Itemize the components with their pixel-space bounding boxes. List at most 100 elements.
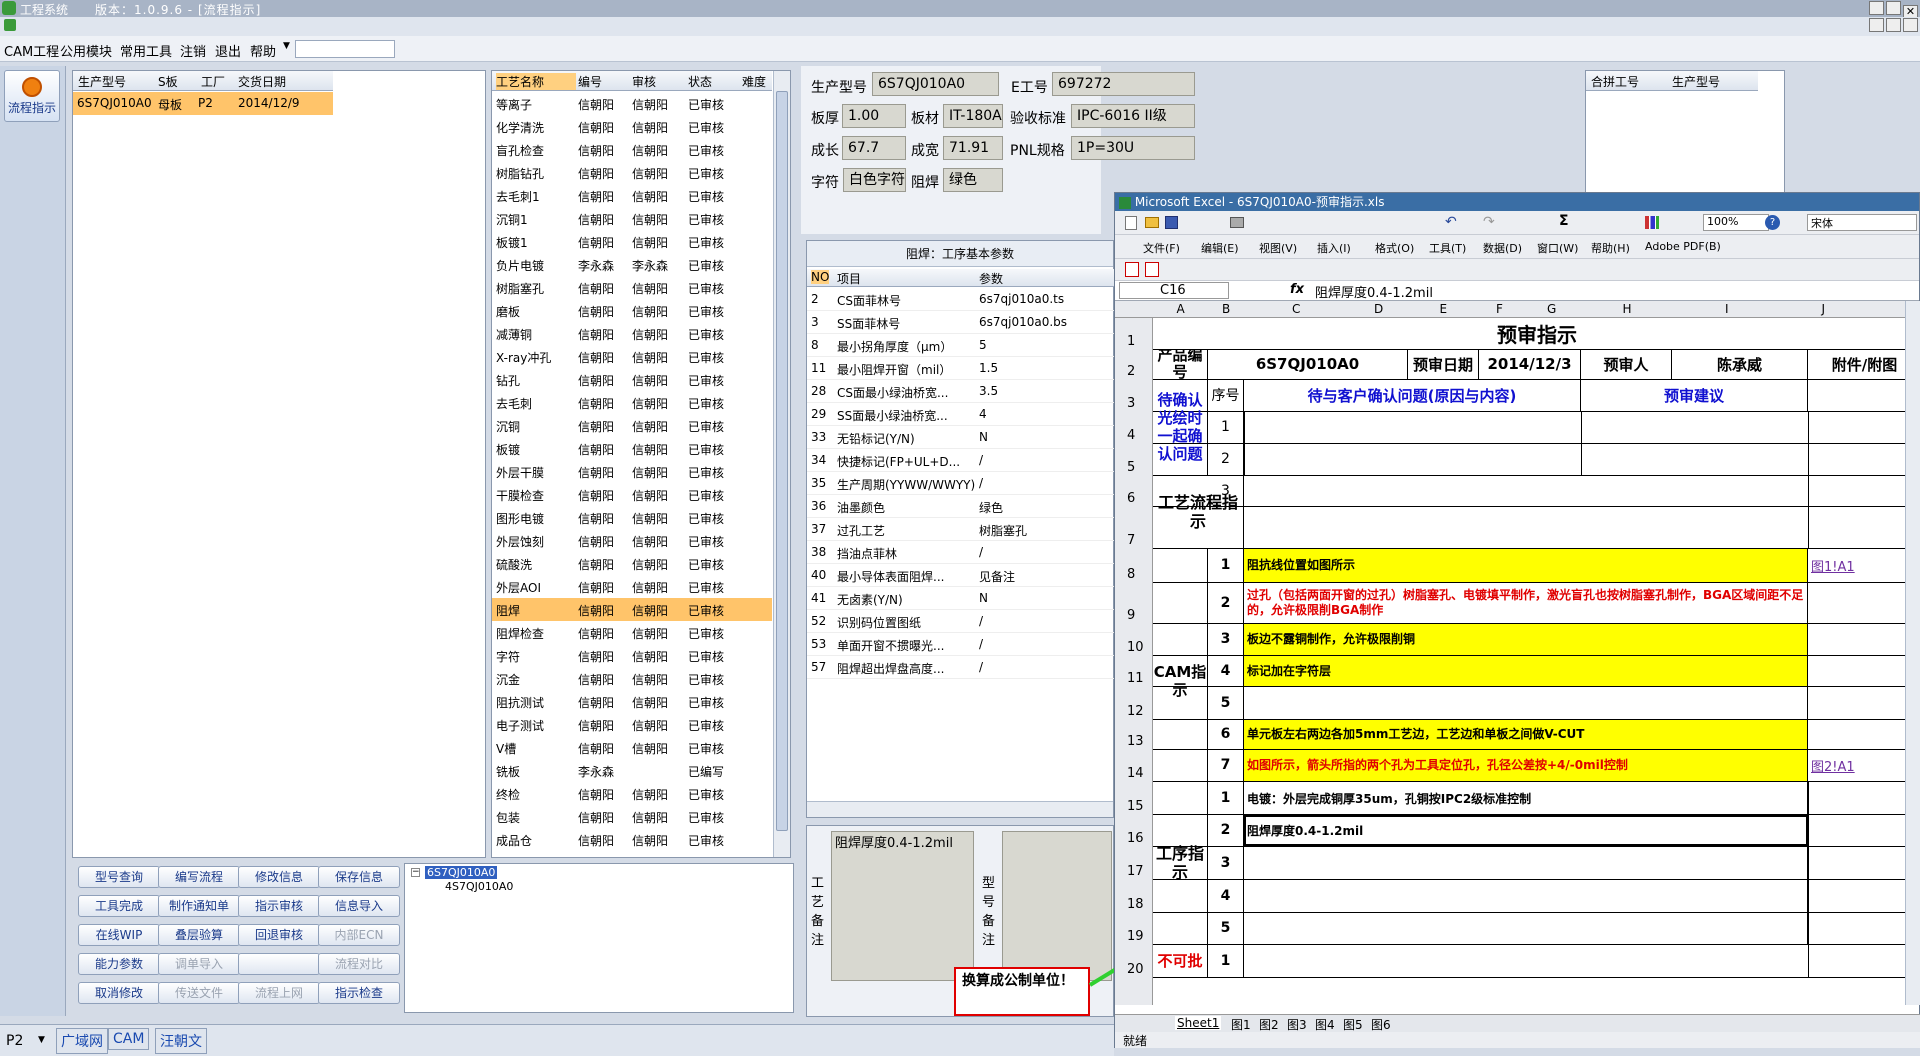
process-row[interactable]: 沉铜1 信朝阳 信朝阳 已审核 xyxy=(492,207,772,230)
process-seq[interactable]: 1 xyxy=(1208,781,1244,814)
param-row[interactable]: 33 无铅标记(Y/N) N xyxy=(807,426,1115,449)
param-hscroll[interactable] xyxy=(807,801,1113,817)
confirm-label[interactable]: 待确认光绘时一起确认问题 xyxy=(1153,379,1208,475)
menu-logout[interactable]: 注销 xyxy=(180,41,206,60)
tree-expand-icon[interactable]: − xyxy=(411,868,420,877)
row-header[interactable]: 12 xyxy=(1127,704,1144,719)
cam-seq[interactable]: 7 xyxy=(1208,749,1244,781)
sheet-tab[interactable]: 图2 xyxy=(1257,1016,1281,1033)
formula-input[interactable]: 阻焊厚度0.4-1.2mil xyxy=(1315,282,1433,301)
process-scrollbar[interactable] xyxy=(773,71,790,857)
param-row[interactable]: 34 快捷标记(FP+UL+D... / xyxy=(807,449,1115,472)
process-row[interactable]: 磨板 信朝阳 信朝阳 已审核 xyxy=(492,299,772,322)
action-button-3-0[interactable]: 能力参数 xyxy=(78,953,160,975)
menu-exit[interactable]: 退出 xyxy=(215,41,241,60)
cam-seq[interactable]: 3 xyxy=(1208,623,1244,655)
tree-child[interactable]: 4S7QJ010A0 xyxy=(445,880,513,893)
open-icon[interactable] xyxy=(1145,217,1159,228)
review-date-label[interactable]: 预审日期 xyxy=(1408,349,1479,379)
cam-instruction[interactable]: 过孔（包括两面开窗的过孔）树脂塞孔、电镀填平制作，激光盲孔也按树脂塞孔制作，BG… xyxy=(1244,583,1808,623)
seq-label[interactable]: 序号 xyxy=(1208,379,1244,411)
column-header[interactable]: A xyxy=(1177,302,1185,316)
sheet-tab[interactable]: 图4 xyxy=(1313,1016,1337,1033)
row-header[interactable]: 20 xyxy=(1127,962,1144,977)
process-instruction[interactable]: 阻焊厚度0.4-1.2mil xyxy=(1244,815,1808,846)
process-row[interactable]: 去毛刺1 信朝阳 信朝阳 已审核 xyxy=(492,184,772,207)
menu-cam[interactable]: CAM工程 xyxy=(4,41,59,60)
undo-icon[interactable]: ↶ xyxy=(1445,214,1457,230)
excel-menu-item[interactable]: 文件(F) xyxy=(1143,240,1180,256)
action-button-0-3[interactable]: 保存信息 xyxy=(318,866,400,888)
tree-root[interactable]: 6S7QJ010A0 xyxy=(425,866,498,879)
action-button-4-2[interactable]: 流程上网 xyxy=(238,982,320,1004)
param-row[interactable]: 8 最小拐角厚度（μm） 5 xyxy=(807,334,1115,357)
excel-menu-item[interactable]: 编辑(E) xyxy=(1201,240,1239,256)
row-header-active[interactable]: 16 xyxy=(1127,831,1144,846)
sheet-tab[interactable]: Sheet1 xyxy=(1175,1016,1222,1030)
action-button-0-0[interactable]: 型号查询 xyxy=(78,866,160,888)
process-row[interactable]: 板镀 信朝阳 信朝阳 已审核 xyxy=(492,437,772,460)
param-row[interactable]: 52 识别码位置图纸 / xyxy=(807,610,1115,633)
param-row[interactable]: 29 SS面最小绿油桥宽... 4 xyxy=(807,403,1115,426)
process-row[interactable]: 外层干膜 信朝阳 信朝阳 已审核 xyxy=(492,460,772,483)
confirm-seq[interactable]: 2 xyxy=(1208,443,1244,475)
cam-attachment[interactable]: 图2!A1 xyxy=(1808,749,1920,781)
row-header[interactable]: 17 xyxy=(1127,864,1144,879)
column-header[interactable]: G xyxy=(1547,302,1556,316)
process-instruction[interactable] xyxy=(1244,880,1808,912)
param-row[interactable]: 36 油墨颜色 绿色 xyxy=(807,495,1115,518)
col-model[interactable]: 生产型号 xyxy=(78,73,126,90)
action-button-4-0[interactable]: 取消修改 xyxy=(78,982,160,1004)
column-header[interactable]: E xyxy=(1440,302,1448,316)
sum-icon[interactable]: Σ xyxy=(1559,213,1569,229)
process-row[interactable]: 图形电镀 信朝阳 信朝阳 已审核 xyxy=(492,506,772,529)
pdf-mail-icon[interactable] xyxy=(1145,262,1159,277)
standard-field[interactable]: IPC-6016 II级 xyxy=(1071,104,1195,128)
action-button-3-2[interactable] xyxy=(238,953,320,975)
product-no[interactable]: 6S7QJ010A0 xyxy=(1208,349,1408,379)
sheet-tab[interactable]: 图6 xyxy=(1369,1016,1393,1033)
review-date[interactable]: 2014/12/3 xyxy=(1479,349,1581,379)
print-icon[interactable] xyxy=(1230,217,1244,228)
process-row[interactable]: 沉金 信朝阳 信朝阳 已审核 xyxy=(492,667,772,690)
restore-button[interactable] xyxy=(1886,1,1901,15)
process-row[interactable]: 去毛刺 信朝阳 信朝阳 已审核 xyxy=(492,391,772,414)
col-merge-model[interactable]: 生产型号 xyxy=(1672,73,1720,90)
scroll-thumb[interactable] xyxy=(776,91,788,831)
cam-attachment[interactable] xyxy=(1808,623,1920,655)
sheet-tab[interactable]: 图5 xyxy=(1341,1016,1365,1033)
row-header[interactable]: 4 xyxy=(1127,428,1135,443)
row-header[interactable]: 3 xyxy=(1127,396,1135,411)
excel-menu-item[interactable]: 数据(D) xyxy=(1483,240,1522,256)
param-row[interactable]: 28 CS面最小绿油桥宽... 3.5 xyxy=(807,380,1115,403)
worksheet-vscroll[interactable] xyxy=(1905,301,1920,1005)
process-seq[interactable]: 4 xyxy=(1208,879,1244,912)
process-row[interactable]: 等离子 信朝阳 信朝阳 已审核 xyxy=(492,92,772,115)
zoom-combo[interactable]: 100% xyxy=(1703,214,1769,231)
process-row[interactable]: 化学清洗 信朝阳 信朝阳 已审核 xyxy=(492,115,772,138)
row-header[interactable]: 7 xyxy=(1127,533,1135,548)
process-row[interactable]: 包装 信朝阳 信朝阳 已审核 xyxy=(492,805,772,828)
column-header[interactable]: I xyxy=(1725,302,1729,316)
action-button-2-0[interactable]: 在线WIP xyxy=(78,924,160,946)
excel-menu-item[interactable]: 工具(T) xyxy=(1429,240,1466,256)
cam-instruction[interactable]: 如图所示，箭头所指的两个孔为工具定位孔，孔径公差按+4/-0mil控制 xyxy=(1244,750,1808,781)
mdi-restore-button[interactable] xyxy=(1886,18,1901,32)
menu-help[interactable]: 帮助 xyxy=(250,41,276,60)
param-row[interactable]: 11 最小阻焊开窗（mil） 1.5 xyxy=(807,357,1115,380)
process-row[interactable]: 外层蚀刻 信朝阳 信朝阳 已审核 xyxy=(492,529,772,552)
process-row[interactable]: 板镀1 信朝阳 信朝阳 已审核 xyxy=(492,230,772,253)
sheet-tab[interactable]: 图3 xyxy=(1285,1016,1309,1033)
cam-instruction[interactable]: 阻抗线位置如图所示 xyxy=(1244,549,1808,582)
model-field[interactable]: 6S7QJ010A0 xyxy=(872,72,999,96)
param-row[interactable]: 57 阻焊超出焊盘高度... / xyxy=(807,656,1115,679)
issue-label[interactable]: 待与客户确认问题(原因与内容) xyxy=(1244,379,1581,411)
row-header[interactable]: 19 xyxy=(1127,929,1144,944)
param-row[interactable]: 37 过孔工艺 树脂塞孔 xyxy=(807,518,1115,541)
action-button-2-3[interactable]: 内部ECN xyxy=(318,924,400,946)
cam-instruction[interactable]: 板边不露铜制作，允许极限削铜 xyxy=(1244,624,1808,655)
menu-combo[interactable] xyxy=(295,40,395,58)
process-row[interactable]: 树脂钻孔 信朝阳 信朝阳 已审核 xyxy=(492,161,772,184)
row-header[interactable]: 2 xyxy=(1127,364,1135,379)
mdi-close-button[interactable] xyxy=(1903,18,1918,32)
